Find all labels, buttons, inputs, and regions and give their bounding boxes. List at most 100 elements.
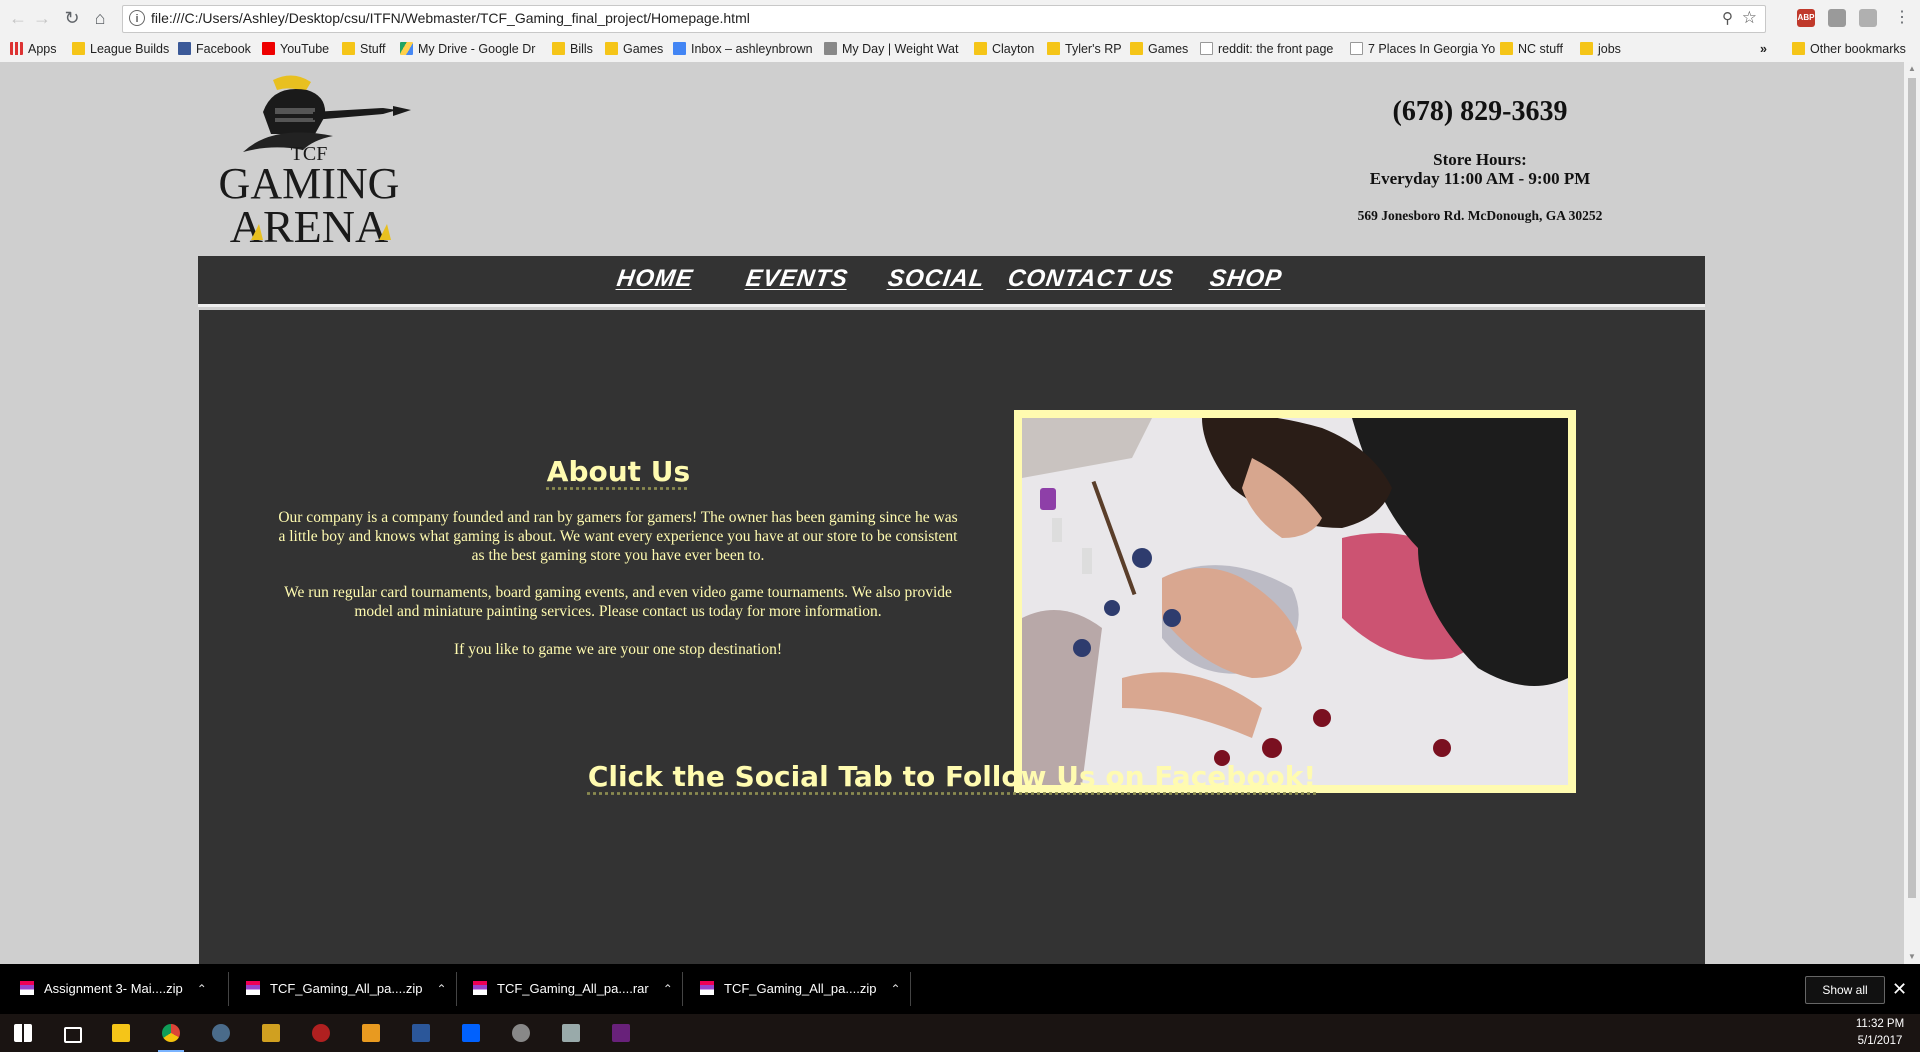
divider (228, 972, 229, 1006)
bookmark-facebook[interactable]: Facebook (178, 40, 251, 58)
adblock-plus-icon[interactable]: ABP (1797, 9, 1815, 27)
download-filename: TCF_Gaming_All_pa....zip (270, 981, 423, 996)
bookmark-bills[interactable]: Bills (552, 40, 593, 58)
bookmark-reddit[interactable]: reddit: the front page (1200, 40, 1333, 58)
back-button[interactable]: ← (6, 6, 30, 30)
chevron-up-icon[interactable]: ⌃ (663, 976, 673, 1002)
nav-contact-us[interactable]: CONTACT US (1006, 265, 1175, 293)
reload-button[interactable]: ↻ (60, 6, 84, 30)
dropbox-icon[interactable] (456, 1018, 486, 1048)
folder-icon (1792, 42, 1805, 55)
nav-events[interactable]: EVENTS (744, 265, 850, 293)
address-bar[interactable]: i file:///C:/Users/Ashley/Desktop/csu/IT… (122, 5, 1766, 33)
main-nav: HOME EVENTS SOCIAL CONTACT US SHOP (198, 256, 1705, 307)
task-view-icon[interactable] (56, 1018, 86, 1048)
content-panel: About Us Our company is a company founde… (199, 310, 1705, 964)
bookmark-label: My Day | Weight Wat (842, 42, 959, 56)
social-cta-heading: Click the Social Tab to Follow Us on Fac… (587, 760, 1317, 793)
app-icon[interactable] (556, 1018, 586, 1048)
scrollbar-thumb[interactable] (1908, 78, 1916, 898)
bookmark-youtube[interactable]: YouTube (262, 40, 329, 58)
chevron-up-icon[interactable]: ⌃ (436, 976, 446, 1002)
file-explorer-icon[interactable] (106, 1018, 136, 1048)
bookmark-label: 7 Places In Georgia Yo (1368, 42, 1496, 56)
bookmark-nc-stuff[interactable]: NC stuff (1500, 40, 1563, 58)
bookmark-league-builds[interactable]: League Builds (72, 40, 169, 58)
bookmark-label: jobs (1598, 42, 1621, 56)
bookmark-inbox[interactable]: Inbox – ashleynbrown (673, 40, 813, 58)
bookmark-games-2[interactable]: Games (1130, 40, 1188, 58)
download-item[interactable]: TCF_Gaming_All_pa....zip ⌃ (246, 976, 447, 1002)
nav-home[interactable]: HOME (615, 265, 695, 293)
bookmark-label: reddit: the front page (1218, 42, 1334, 56)
page-scrollbar[interactable]: ▲ ▼ (1904, 62, 1920, 964)
nav-social[interactable]: SOCIAL (886, 265, 986, 293)
divider (910, 972, 911, 1006)
windows-start-icon[interactable] (8, 1018, 38, 1048)
bookmark-apps[interactable]: Apps (10, 40, 57, 58)
download-item[interactable]: TCF_Gaming_All_pa....rar ⌃ (473, 976, 673, 1002)
other-bookmarks[interactable]: Other bookmarks (1792, 40, 1906, 58)
folder-icon (1047, 42, 1060, 55)
bookmark-google-drive[interactable]: My Drive - Google Dr (400, 40, 535, 58)
bookmark-label: Other bookmarks (1810, 42, 1906, 56)
game-icon[interactable] (356, 1018, 386, 1048)
bookmark-clayton[interactable]: Clayton (974, 40, 1034, 58)
bookmark-tylers-rp[interactable]: Tyler's RP (1047, 40, 1122, 58)
bookmark-georgia[interactable]: 7 Places In Georgia Yo (1350, 40, 1495, 58)
extension-icon[interactable] (1828, 9, 1846, 27)
folder-icon (1500, 42, 1513, 55)
download-item[interactable]: Assignment 3- Mai....zip ⌃ (20, 976, 207, 1002)
system-clock[interactable]: 11:32 PM 5/1/2017 (1845, 1016, 1915, 1050)
search-icon[interactable]: ⚲ (1722, 9, 1733, 27)
steam-icon[interactable] (206, 1018, 236, 1048)
knight-helmet-icon (243, 75, 411, 152)
downloads-bar: Assignment 3- Mai....zip ⌃ TCF_Gaming_All… (0, 964, 1920, 1014)
download-item[interactable]: TCF_Gaming_All_pa....zip ⌃ (700, 976, 901, 1002)
app-icon[interactable] (256, 1018, 286, 1048)
svg-text:ARENA: ARENA (230, 201, 388, 248)
nav-shop[interactable]: SHOP (1208, 265, 1284, 293)
chrome-icon[interactable] (156, 1018, 186, 1052)
folder-icon (1130, 42, 1143, 55)
archive-icon (700, 981, 714, 995)
app-icon[interactable] (506, 1018, 536, 1048)
game-icon[interactable] (306, 1018, 336, 1048)
folder-icon (552, 42, 565, 55)
bookmark-stuff[interactable]: Stuff (342, 40, 385, 58)
menu-icon[interactable]: ⋮ (1890, 6, 1914, 30)
bookmark-label: Games (623, 42, 664, 56)
bookmark-star-icon[interactable]: ☆ (1742, 8, 1757, 28)
chevron-up-icon[interactable]: ⌃ (890, 976, 900, 1002)
bookmark-weight-watchers[interactable]: My Day | Weight Wat (824, 40, 958, 58)
bookmarks-overflow-button[interactable]: » (1760, 40, 1767, 58)
photo-frame (1014, 410, 1576, 793)
bookmark-games[interactable]: Games (605, 40, 663, 58)
forward-button[interactable]: → (30, 6, 54, 30)
page-icon (1350, 42, 1363, 55)
miniature-painting-photo (1022, 418, 1568, 785)
download-filename: TCF_Gaming_All_pa....zip (724, 981, 877, 996)
scroll-up-icon[interactable]: ▲ (1904, 62, 1920, 76)
home-button[interactable]: ⌂ (88, 6, 112, 30)
store-hours-label: Store Hours: (1433, 150, 1527, 169)
visual-studio-icon[interactable] (606, 1018, 636, 1048)
bookmarks-bar: Apps League Builds Facebook YouTube Stuf… (0, 36, 1920, 62)
show-all-button[interactable]: Show all (1805, 976, 1885, 1004)
bookmark-label: Clayton (992, 42, 1035, 56)
close-icon[interactable]: ✕ (1892, 976, 1907, 1002)
bookmark-jobs[interactable]: jobs (1580, 40, 1621, 58)
archive-icon (246, 981, 260, 995)
folder-icon (1580, 42, 1593, 55)
page-info-icon[interactable]: i (129, 10, 145, 26)
bookmark-label: Stuff (360, 42, 386, 56)
store-hours-value: Everyday 11:00 AM - 9:00 PM (1369, 169, 1591, 188)
word-icon[interactable] (406, 1018, 436, 1048)
scroll-down-icon[interactable]: ▼ (1904, 950, 1920, 964)
extension-icon[interactable] (1859, 9, 1877, 27)
chevron-up-icon[interactable]: ⌃ (197, 976, 207, 1002)
archive-icon (473, 981, 487, 995)
url-text: file:///C:/Users/Ashley/Desktop/csu/ITFN… (151, 10, 750, 26)
google-drive-icon (400, 42, 413, 55)
about-paragraph-1: Our company is a company founded and ran… (278, 509, 958, 564)
